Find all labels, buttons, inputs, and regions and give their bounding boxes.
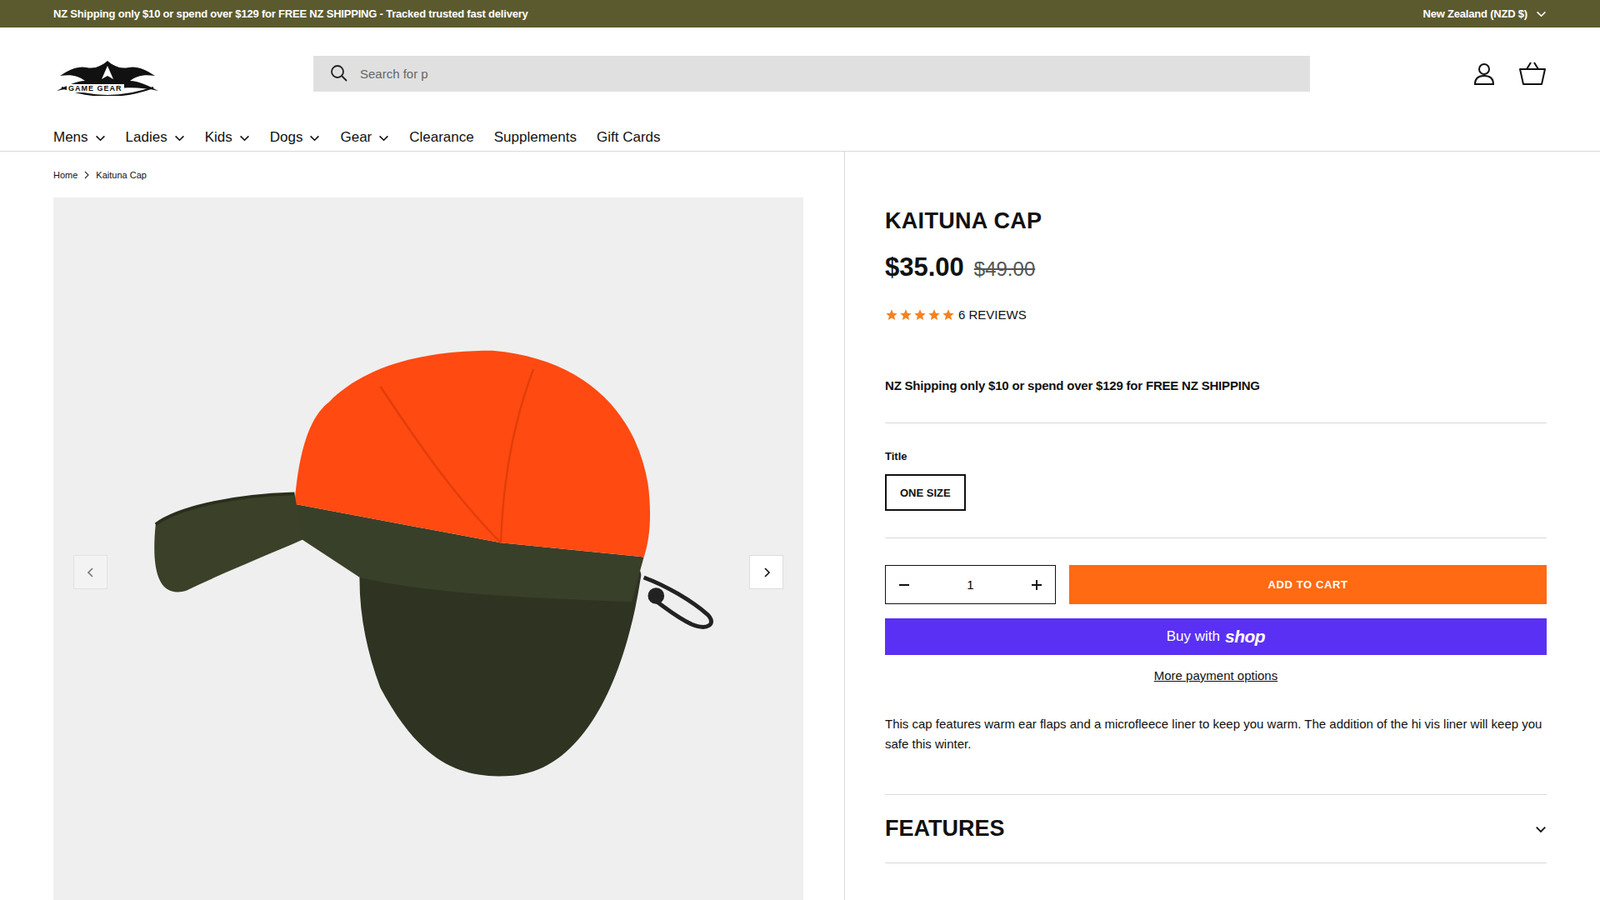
- nav-item[interactable]: Kids: [205, 129, 250, 146]
- region-selector[interactable]: New Zealand (NZD $): [1423, 7, 1548, 20]
- quantity-selector: [885, 565, 1056, 605]
- option-list: ONE SIZE: [885, 474, 1547, 539]
- quantity-increase[interactable]: [1026, 575, 1047, 595]
- option-text: ONE SIZE: [900, 486, 951, 500]
- product-info: KAITUNA CAP $35.00 $49.00 6 REVIEWS NZ Shipp…: [844, 151, 1547, 900]
- chevron-down-icon: [1535, 8, 1547, 20]
- chevron-down-icon: [378, 132, 390, 144]
- chevron-down-icon: [309, 132, 320, 144]
- nav-item[interactable]: Gear: [340, 129, 390, 146]
- breadcrumb-item[interactable]: Home: [53, 170, 78, 180]
- chevron-down-icon: [95, 132, 106, 144]
- nav-item[interactable]: Mens: [53, 129, 106, 146]
- chevron-left-icon: [85, 566, 97, 579]
- nav-label: Gift Cards: [596, 129, 661, 146]
- search-input[interactable]: [358, 65, 1294, 82]
- quantity-decrease[interactable]: [894, 575, 915, 595]
- option-button[interactable]: ONE SIZE: [885, 474, 966, 511]
- site-header: GAME GEAR: [0, 27, 1600, 120]
- buy-row: ADD TO CART: [885, 565, 1547, 605]
- logo-text: GAME GEAR: [66, 84, 125, 93]
- star-icon: [913, 308, 927, 322]
- account-icon[interactable]: [1471, 60, 1497, 86]
- more-payment-link[interactable]: More payment options: [885, 668, 1547, 683]
- nav-item[interactable]: Ladies: [125, 129, 185, 146]
- shipping-note: NZ Shipping only $10 or spend over $129 …: [885, 378, 1547, 424]
- chevron-down-icon: [174, 132, 185, 144]
- product-title: KAITUNA CAP: [885, 208, 1547, 235]
- add-to-cart-button[interactable]: ADD TO CART: [1069, 565, 1547, 605]
- product-media: Home Kaituna Cap: [53, 151, 845, 900]
- add-to-cart-label: ADD TO CART: [1268, 578, 1349, 591]
- rating-row[interactable]: 6 REVIEWS: [885, 307, 1547, 322]
- product-gallery: [53, 197, 804, 900]
- nav-label: Ladies: [125, 129, 168, 146]
- nav-label: Dogs: [270, 129, 304, 146]
- sale-price: $35.00: [885, 252, 965, 283]
- accordion-header[interactable]: FEATURES: [885, 795, 1547, 864]
- nav-item[interactable]: Clearance: [409, 129, 475, 146]
- buy-with-label: Buy with: [1166, 628, 1220, 645]
- chevron-right-icon: [83, 170, 90, 180]
- nav-item[interactable]: Dogs: [270, 129, 321, 146]
- quantity-input[interactable]: [945, 576, 996, 593]
- region-label: New Zealand (NZD $): [1423, 7, 1529, 20]
- logo[interactable]: GAME GEAR: [53, 54, 162, 93]
- breadcrumb-item: Kaituna Cap: [95, 170, 147, 180]
- nav-label: Mens: [53, 129, 89, 146]
- breadcrumb: Home Kaituna Cap: [53, 168, 804, 181]
- star-rating: [885, 308, 955, 322]
- star-icon: [885, 308, 899, 322]
- nav-label: Clearance: [409, 129, 475, 146]
- star-icon: [941, 308, 955, 322]
- compare-price: $49.00: [974, 257, 1035, 281]
- shop-logo: shop: [1225, 626, 1265, 647]
- product-image: [53, 197, 804, 900]
- star-icon: [899, 308, 913, 322]
- option-label: Title: [885, 450, 1547, 463]
- star-icon: [927, 308, 941, 322]
- nav-label: Kids: [205, 129, 233, 146]
- search-bar[interactable]: [313, 55, 1310, 92]
- nav-item[interactable]: Gift Cards: [596, 129, 661, 146]
- search-icon[interactable]: [330, 64, 349, 83]
- product-description: This cap features warm ear flaps and a m…: [885, 714, 1547, 795]
- chevron-right-icon: [760, 566, 773, 579]
- chevron-down-icon: [1535, 823, 1547, 835]
- price-row: $35.00 $49.00: [885, 252, 1547, 283]
- accordion-title: FEATURES: [885, 815, 1005, 842]
- nav-label: Supplements: [494, 129, 577, 146]
- announcement-bar: NZ Shipping only $10 or spend over $129 …: [0, 0, 1600, 28]
- review-count: 6 REVIEWS: [958, 307, 1027, 322]
- product-main: Home Kaituna Cap KAITUNA CAP $35.00 $49.00 6 …: [0, 151, 1600, 900]
- plus-icon: [1030, 578, 1044, 592]
- minus-icon: [897, 578, 911, 592]
- gallery-next[interactable]: [749, 555, 784, 590]
- header-icons: [1310, 60, 1547, 86]
- chevron-down-icon: [239, 132, 250, 144]
- announcement-text: NZ Shipping only $10 or spend over $129 …: [53, 7, 529, 20]
- basket-icon[interactable]: [1518, 60, 1547, 86]
- main-nav: Mens Ladies Kids Dogs Gear Clearance Supplemen…: [0, 119, 1600, 152]
- shop-pay-button[interactable]: Buy with shop: [885, 618, 1547, 655]
- nav-label: Gear: [340, 129, 372, 146]
- gallery-prev[interactable]: [73, 555, 108, 590]
- nav-item[interactable]: Supplements: [494, 129, 577, 146]
